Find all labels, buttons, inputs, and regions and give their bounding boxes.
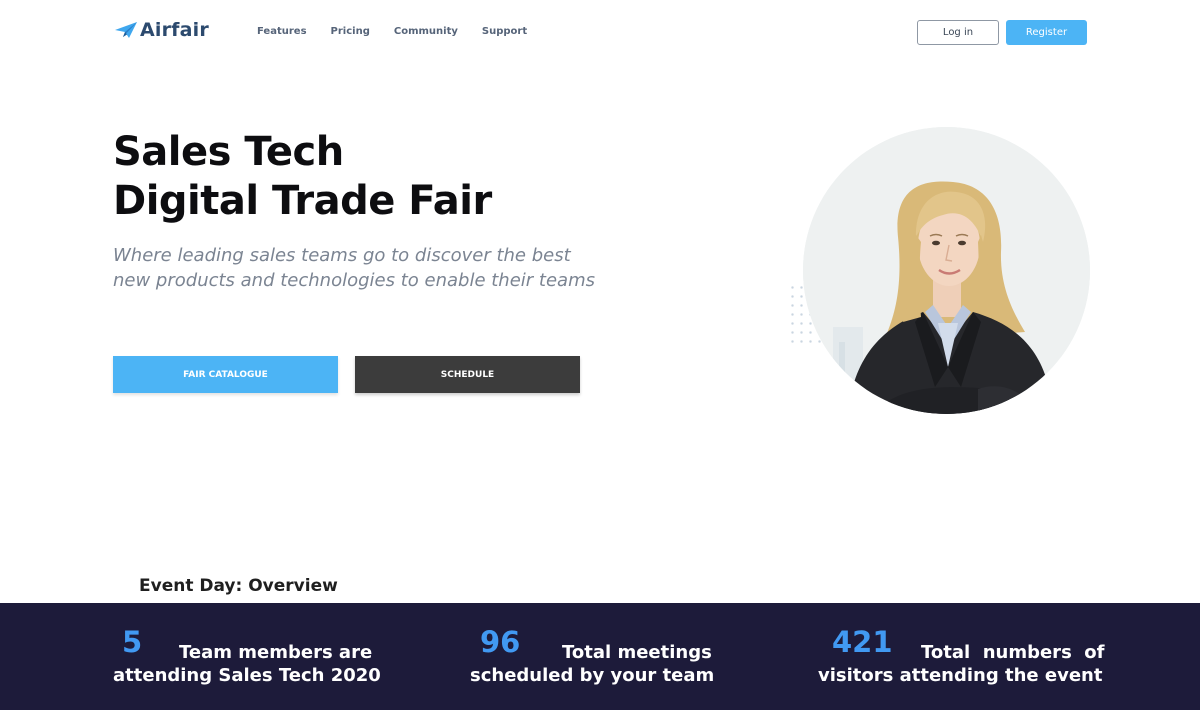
nav-link-features[interactable]: Features: [257, 26, 307, 37]
businesswoman-illustration: [803, 127, 1090, 414]
stat-number: 5: [122, 625, 143, 659]
hero-title: Sales Tech Digital Trade Fair: [113, 128, 492, 226]
hero-subtitle-line-2: new products and technologies to enable …: [113, 270, 595, 291]
nav-link-support[interactable]: Support: [482, 26, 527, 37]
stat-label-line-1: Total numbers of: [921, 642, 1105, 663]
fair-catalogue-button[interactable]: FAIR CATALOGUE: [113, 356, 338, 393]
nav-links: Features Pricing Community Support: [257, 26, 527, 37]
stat-number: 96: [480, 625, 521, 659]
hero-portrait-image: [803, 127, 1090, 414]
stat-label-line-2: visitors attending the event: [818, 665, 1103, 686]
top-navbar: Airfair Features Pricing Community Suppo…: [0, 0, 1200, 66]
overview-heading: Event Day: Overview: [139, 576, 338, 596]
login-button[interactable]: Log in: [917, 20, 999, 45]
stat-label-line-2: attending Sales Tech 2020: [113, 665, 381, 686]
nav-link-pricing[interactable]: Pricing: [331, 26, 370, 37]
hero-subtitle-line-1: Where leading sales teams go to discover…: [113, 245, 571, 266]
stat-label-line-1: Team members are: [179, 642, 373, 663]
stat-meetings: 96 Total meetings scheduled by your team: [470, 603, 750, 710]
stat-number: 421: [832, 625, 893, 659]
register-button[interactable]: Register: [1006, 20, 1087, 45]
hero-title-line-2: Digital Trade Fair: [113, 178, 492, 224]
schedule-button[interactable]: SCHEDULE: [355, 356, 580, 393]
paper-plane-icon: [115, 22, 137, 38]
stat-label-line-2: scheduled by your team: [470, 665, 715, 686]
stat-visitors: 421 Total numbers of visitors attending …: [818, 603, 1118, 710]
brand-name: Airfair: [140, 19, 209, 41]
stat-label-line-1: Total meetings: [562, 642, 712, 663]
nav-link-community[interactable]: Community: [394, 26, 458, 37]
brand-logo[interactable]: Airfair: [114, 18, 209, 42]
stats-band: 5 Team members are attending Sales Tech …: [0, 603, 1200, 710]
stat-team-members: 5 Team members are attending Sales Tech …: [113, 603, 393, 710]
hero-title-line-1: Sales Tech: [113, 129, 344, 175]
hero-subtitle: Where leading sales teams go to discover…: [113, 243, 595, 293]
